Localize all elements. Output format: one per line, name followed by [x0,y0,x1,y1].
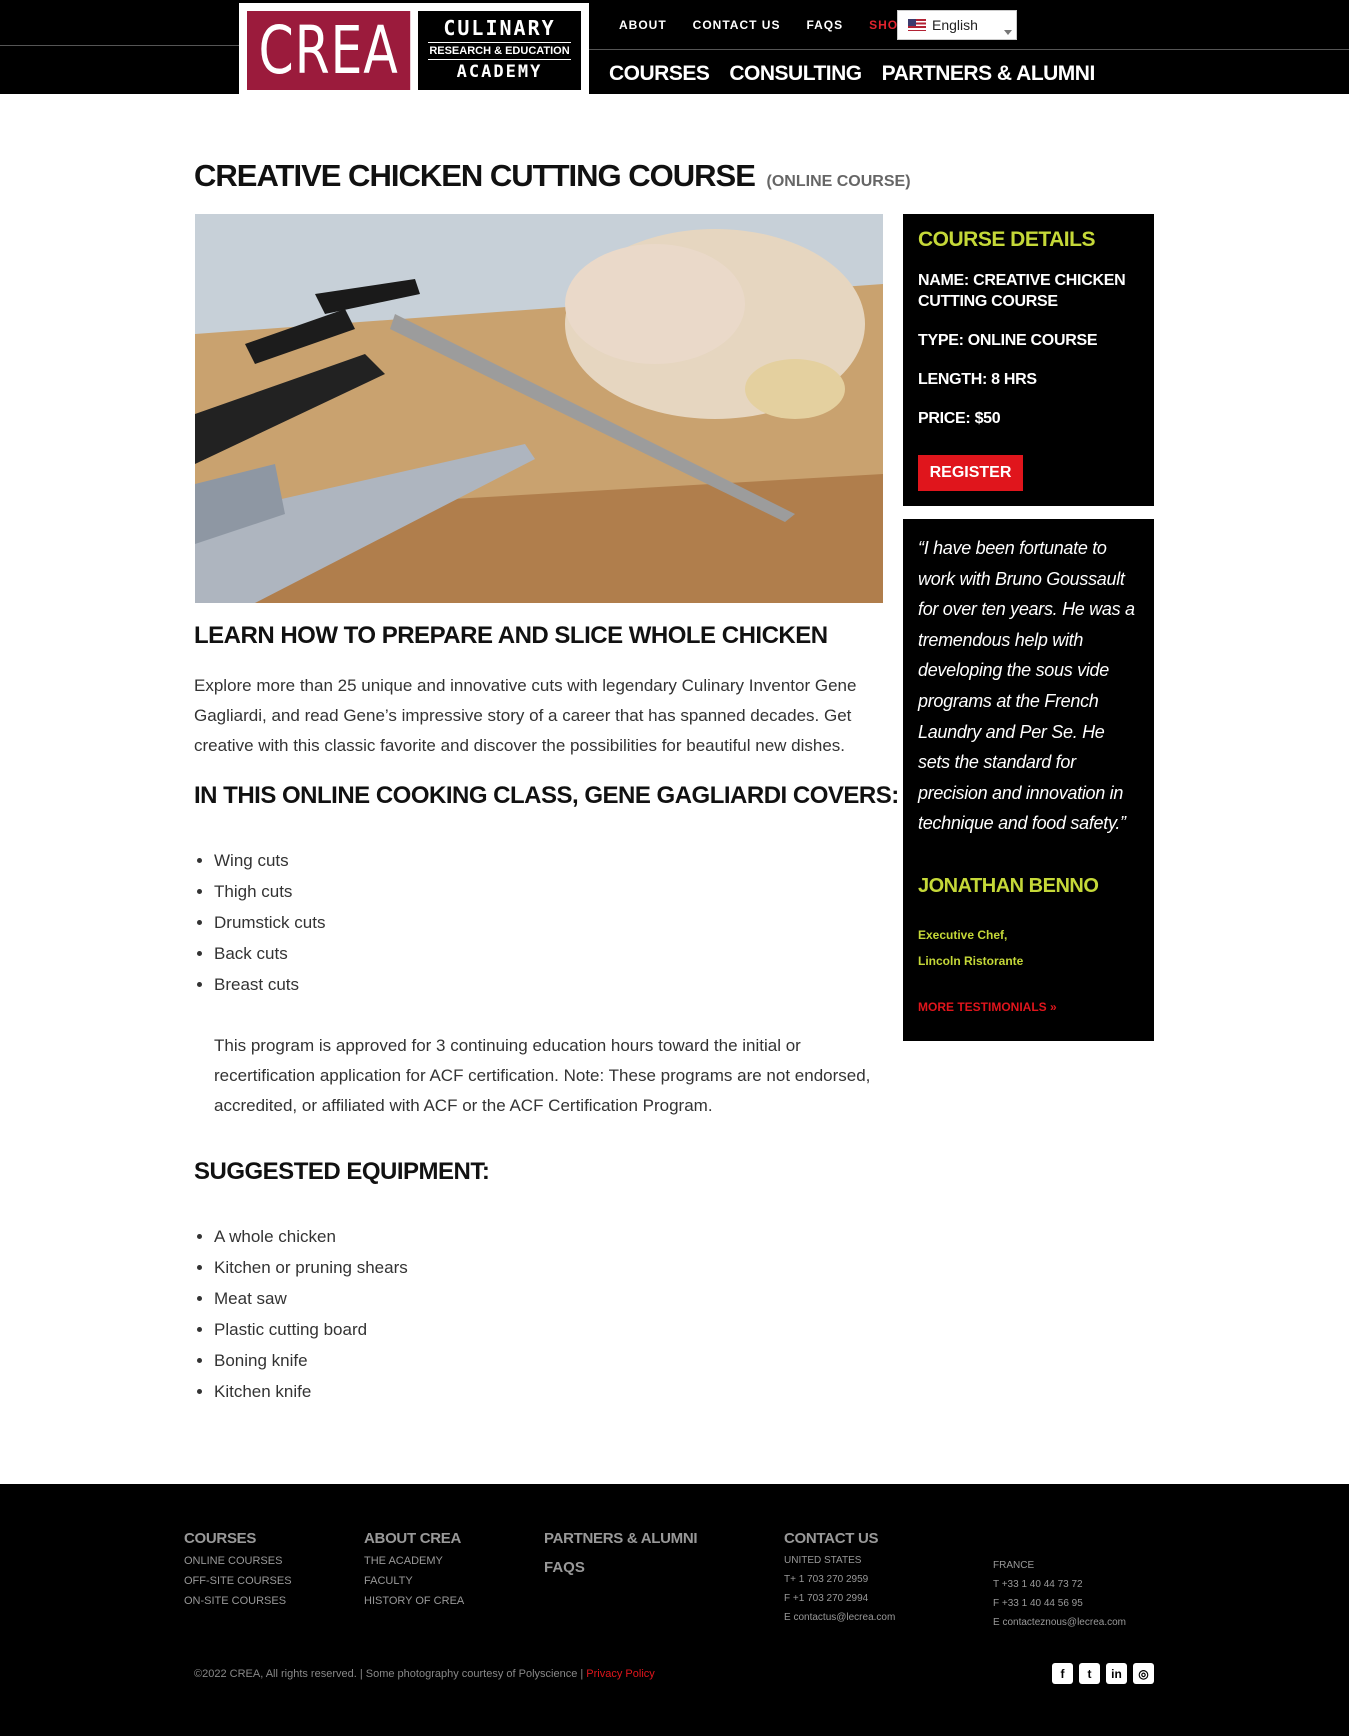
nav-about[interactable]: ABOUT [619,18,667,32]
list-item: Boning knife [214,1345,408,1376]
more-testimonials-link[interactable]: MORE TESTIMONIALS » [918,1000,1139,1014]
list-item: Thigh cuts [214,876,325,907]
contact-us-phone: T+ 1 703 270 2959 [784,1574,869,1585]
linkedin-icon[interactable]: in [1106,1663,1127,1684]
footer-contact-column: CONTACT US UNITED STATES T+ 1 703 270 29… [784,1530,895,1627]
acf-note: This program is approved for 3 continuin… [214,1036,871,1115]
course-details-heading: COURSE DETAILS [918,228,1095,251]
main-nav: COURSES CONSULTING PARTNERS & ALUMNI [609,62,1095,86]
list-item: Kitchen or pruning shears [214,1252,408,1283]
contact-fr-phone: T +33 1 40 44 73 72 [993,1579,1083,1590]
testimonial-author: JONATHAN BENNO [918,874,1099,897]
copyright: ©2022 CREA, All rights reserved. | Some … [194,1668,655,1680]
section-heading-covers: IN THIS ONLINE COOKING CLASS, GENE GAGLI… [194,782,899,809]
logo-academy-block: CULINARY RESEARCH & EDUCATION ACADEMY [418,11,581,90]
nav-contact-us[interactable]: CONTACT US [693,18,781,32]
page-title-sub: (ONLINE COURSE) [766,173,911,190]
course-length: LENGTH: 8 HRS [918,371,1037,388]
contact-fr-email[interactable]: E contacteznous@lecrea.com [993,1613,1126,1632]
footer-link-on-site-courses[interactable]: ON-SITE COURSES [184,1595,292,1607]
instagram-icon[interactable]: ◎ [1133,1663,1154,1684]
language-label: English [932,17,978,33]
logo-crea-text: CREA [247,11,411,90]
twitter-icon[interactable]: t [1079,1663,1100,1684]
section-heading-equipment: SUGGESTED EQUIPMENT: [194,1158,490,1185]
footer-faqs-link[interactable]: FAQS [544,1559,697,1576]
covers-list: Wing cuts Thigh cuts Drumstick cuts Back… [214,845,325,1000]
header-divider [588,49,1349,50]
equipment-list: A whole chicken Kitchen or pruning shear… [214,1221,408,1407]
list-item: Wing cuts [214,845,325,876]
top-nav: ABOUT CONTACT US FAQS SHOP [619,18,907,32]
privacy-policy-link[interactable]: Privacy Policy [586,1668,654,1680]
testimonial-role: Executive Chef, Lincoln Ristorante [918,922,1139,974]
list-item: Back cuts [214,938,325,969]
register-button[interactable]: REGISTER [918,455,1023,491]
footer-about-column: ABOUT CREA THE ACADEMY FACULTY HISTORY O… [364,1530,464,1607]
footer-contact-us: UNITED STATES T+ 1 703 270 2959 F +1 703… [784,1551,895,1627]
logo-line-3: ACADEMY [456,62,543,82]
footer-about-heading[interactable]: ABOUT CREA [364,1530,464,1547]
footer-partners-column: PARTNERS & ALUMNI FAQS [544,1530,698,1576]
list-item: Meat saw [214,1283,408,1314]
footer-link-off-site-courses[interactable]: OFF-SITE COURSES [184,1575,292,1587]
contact-us-country: UNITED STATES [784,1555,862,1566]
footer-link-history[interactable]: HISTORY OF CREA [364,1595,464,1607]
footer-contact-france: FRANCE T +33 1 40 44 73 72 F +33 1 40 44… [993,1552,1126,1632]
footer-contact-fr: FRANCE T +33 1 40 44 73 72 F +33 1 40 44… [993,1556,1126,1632]
testimonial-quote: “I have been fortunate to work with Brun… [918,538,1135,834]
hero-image [195,214,883,603]
footer-link-online-courses[interactable]: ONLINE COURSES [184,1555,292,1567]
contact-fr-fax: F +33 1 40 44 56 95 [993,1598,1083,1609]
site-logo[interactable]: CREA CULINARY RESEARCH & EDUCATION ACADE… [239,3,589,94]
list-item: Kitchen knife [214,1376,408,1407]
page-title: CREATIVE CHICKEN CUTTING COURSE (ONLINE … [194,158,911,194]
footer-courses-column: COURSES ONLINE COURSES OFF-SITE COURSES … [184,1530,292,1607]
course-details-panel: COURSE DETAILS NAME: CREATIVE CHICKEN CU… [903,214,1154,506]
logo-line-1: CULINARY [443,16,556,40]
header-divider [0,45,240,46]
footer-link-faculty[interactable]: FACULTY [364,1575,464,1587]
testimonial-role-title: Executive Chef, [918,927,1008,942]
language-select[interactable]: English [897,10,1017,40]
contact-fr-country: FRANCE [993,1560,1035,1571]
chevron-down-icon [1004,30,1012,35]
us-flag-icon [908,19,926,31]
intro-paragraph: Explore more than 25 unique and innovati… [194,676,857,755]
facebook-icon[interactable]: f [1052,1663,1073,1684]
site-header: CREA CULINARY RESEARCH & EDUCATION ACADE… [0,0,1349,94]
site-footer: COURSES ONLINE COURSES OFF-SITE COURSES … [0,1484,1349,1736]
nav-partners-alumni[interactable]: PARTNERS & ALUMNI [882,62,1096,86]
copyright-text: ©2022 CREA, All rights reserved. | Some … [194,1668,587,1680]
list-item: Breast cuts [214,969,325,1000]
footer-contact-heading: CONTACT US [784,1530,879,1547]
list-item: A whole chicken [214,1221,408,1252]
nav-consulting[interactable]: CONSULTING [729,62,862,86]
page-title-text: CREATIVE CHICKEN CUTTING COURSE [194,158,756,193]
section-heading-learn: LEARN HOW TO PREPARE AND SLICE WHOLE CHI… [194,622,828,649]
nav-courses[interactable]: COURSES [609,62,710,86]
list-item: Drumstick cuts [214,907,325,938]
testimonial-panel: “I have been fortunate to work with Brun… [903,519,1154,1041]
knives-chicken-illustration [195,214,883,603]
social-links: f t in ◎ [1052,1663,1154,1684]
nav-faqs[interactable]: FAQS [806,18,843,32]
testimonial-role-place: Lincoln Ristorante [918,953,1024,968]
footer-courses-heading[interactable]: COURSES [184,1530,292,1547]
logo-line-2: RESEARCH & EDUCATION [428,42,571,60]
footer-link-the-academy[interactable]: THE ACADEMY [364,1555,464,1567]
list-item: Plastic cutting board [214,1314,408,1345]
contact-us-email[interactable]: E contactus@lecrea.com [784,1608,895,1627]
footer-partners-link[interactable]: PARTNERS & ALUMNI [544,1530,698,1547]
course-name: NAME: CREATIVE CHICKEN CUTTING COURSE [918,272,1126,310]
contact-us-fax: F +1 703 270 2994 [784,1593,869,1604]
course-type: TYPE: ONLINE COURSE [918,332,1098,349]
course-price: PRICE: $50 [918,410,1001,427]
